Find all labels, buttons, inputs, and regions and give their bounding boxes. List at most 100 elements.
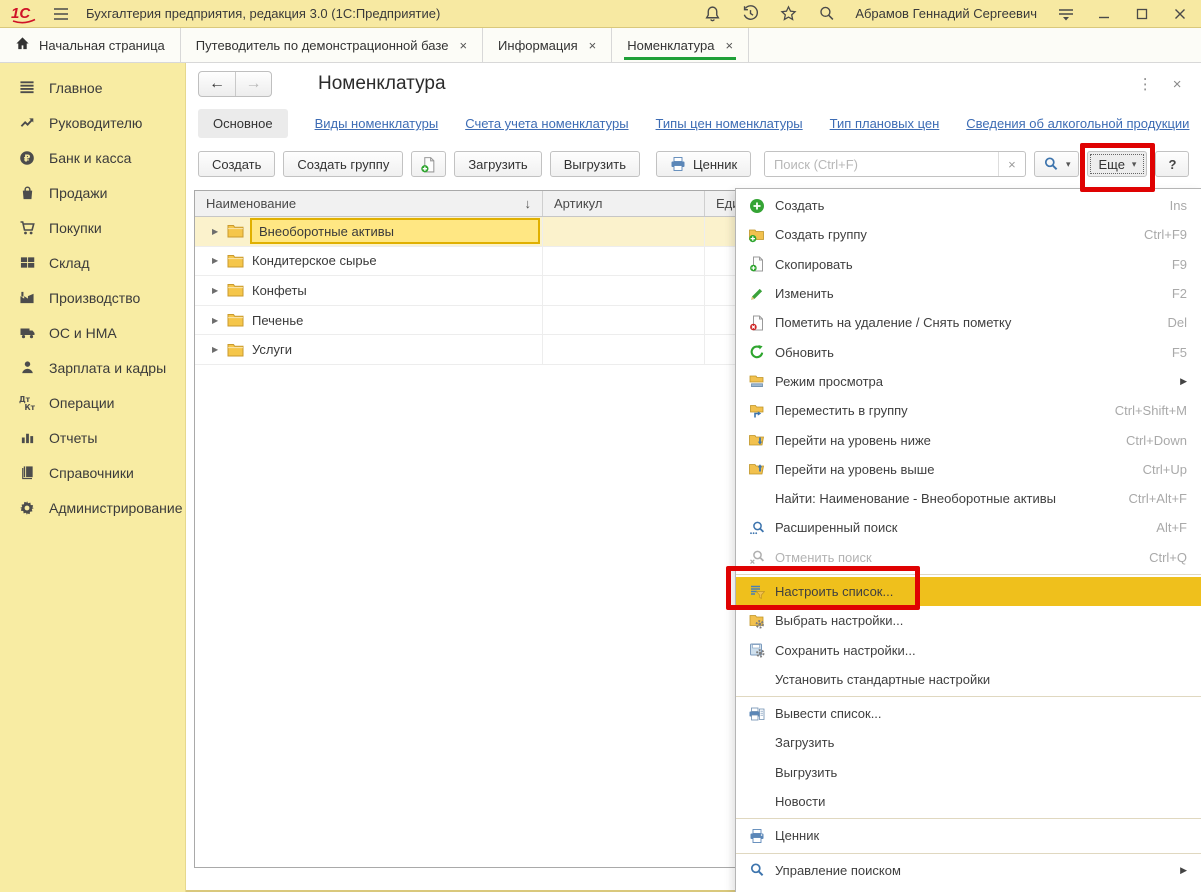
maximize-window-icon[interactable] bbox=[1131, 3, 1153, 25]
nav-tab-item-kinds[interactable]: Виды номенклатуры bbox=[315, 116, 439, 131]
menu-item-shortcut: Ctrl+Shift+M bbox=[1115, 403, 1187, 418]
forward-button[interactable]: → bbox=[235, 72, 271, 96]
close-tab-icon[interactable]: × bbox=[459, 38, 467, 53]
column-header-name[interactable]: Наименование ↓ bbox=[195, 191, 543, 216]
back-icon: ← bbox=[209, 75, 225, 93]
create-button[interactable]: Создать bbox=[198, 151, 275, 177]
sidebar-item-warehouse[interactable]: Склад bbox=[0, 245, 185, 280]
back-button[interactable]: ← bbox=[199, 72, 235, 96]
folder-icon bbox=[227, 283, 244, 297]
sidebar-item-fixed-assets[interactable]: ОС и НМА bbox=[0, 315, 185, 350]
clear-search-icon[interactable]: × bbox=[998, 152, 1025, 176]
more-button[interactable]: Еще ▾ bbox=[1087, 151, 1147, 177]
sidebar-item-production[interactable]: Производство bbox=[0, 280, 185, 315]
menu-item-cancel-search[interactable]: Отменить поискCtrl+Q bbox=[736, 543, 1201, 572]
menu-item-configure-list[interactable]: Настроить список... bbox=[736, 577, 1201, 606]
global-search-icon[interactable] bbox=[815, 3, 837, 25]
unload-button[interactable]: Выгрузить bbox=[550, 151, 640, 177]
nav-tab-alcohol-info[interactable]: Сведения об алкогольной продукции bbox=[966, 116, 1189, 131]
sidebar-item-reports[interactable]: Отчеты bbox=[0, 420, 185, 455]
menu-item-unload[interactable]: Выгрузить bbox=[736, 758, 1201, 787]
help-button-label: ? bbox=[1168, 157, 1176, 172]
menu-item-set-standard-settings[interactable]: Установить стандартные настройки bbox=[736, 665, 1201, 694]
create-group-button[interactable]: Создать группу bbox=[283, 151, 403, 177]
sidebar-item-operations[interactable]: ДтКтОперации bbox=[0, 385, 185, 420]
expand-row-icon[interactable]: ▶ bbox=[212, 345, 222, 354]
close-form-icon[interactable]: × bbox=[1173, 76, 1182, 93]
price-tag-button[interactable]: Ценник bbox=[656, 151, 751, 177]
history-icon[interactable] bbox=[739, 3, 761, 25]
sidebar-item-directories[interactable]: Справочники bbox=[0, 455, 185, 490]
menu-item-create[interactable]: СоздатьIns bbox=[736, 191, 1201, 220]
form-nav-tabs: Основное Виды номенклатуры Счета учета ном… bbox=[186, 105, 1201, 142]
nav-tab-item-accounts[interactable]: Счета учета номенклатуры bbox=[465, 116, 628, 131]
menu-item-find[interactable]: Найти: Наименование - Внеоборотные актив… bbox=[736, 484, 1201, 513]
app-tab-demo-guide[interactable]: Путеводитель по демонстрационной базе× bbox=[181, 28, 483, 62]
menu-item-create-group[interactable]: Создать группуCtrl+F9 bbox=[736, 220, 1201, 249]
sidebar-item-main[interactable]: Главное bbox=[0, 70, 185, 105]
close-tab-icon[interactable]: × bbox=[589, 38, 597, 53]
sidebar-item-bank-cash[interactable]: ₽Банк и касса bbox=[0, 140, 185, 175]
nav-tab-item-price-types[interactable]: Типы цен номенклатуры bbox=[656, 116, 803, 131]
menu-item-advanced-search[interactable]: Расширенный поискAlt+F bbox=[736, 513, 1201, 542]
menu-item-load[interactable]: Загрузить bbox=[736, 728, 1201, 757]
form-controls: ⋮ × bbox=[1138, 75, 1192, 93]
form-options-icon[interactable]: ⋮ bbox=[1138, 75, 1153, 93]
menu-item-output-list[interactable]: Вывести список... bbox=[736, 699, 1201, 728]
level-up-icon bbox=[748, 461, 765, 478]
menu-item-go-level-up[interactable]: Перейти на уровень выше Ctrl+Up bbox=[736, 455, 1201, 484]
current-user[interactable]: Абрамов Геннадий Сергеевич bbox=[855, 6, 1037, 21]
svg-text:Кт: Кт bbox=[25, 403, 36, 411]
expand-row-icon[interactable]: ▶ bbox=[212, 316, 222, 325]
sidebar-item-purchases[interactable]: Покупки bbox=[0, 210, 185, 245]
help-button[interactable]: ? bbox=[1155, 151, 1189, 177]
minimize-window-icon[interactable] bbox=[1093, 3, 1115, 25]
notifications-icon[interactable] bbox=[701, 3, 723, 25]
sidebar-item-sales[interactable]: Продажи bbox=[0, 175, 185, 210]
menu-item-go-level-down[interactable]: Перейти на уровень нижеCtrl+Down bbox=[736, 425, 1201, 454]
expand-row-icon[interactable]: ▶ bbox=[212, 227, 222, 236]
close-tab-icon[interactable]: × bbox=[725, 38, 733, 53]
search-input[interactable] bbox=[765, 152, 998, 176]
row-name-label: Конфеты bbox=[252, 283, 307, 298]
menu-item-save-settings[interactable]: Сохранить настройки... bbox=[736, 635, 1201, 664]
no-icon bbox=[748, 490, 765, 507]
menu-item-price-tag[interactable]: Ценник bbox=[736, 821, 1201, 850]
menu-item-mark-deletion[interactable]: Пометить на удаление / Снять пометкуDel bbox=[736, 308, 1201, 337]
menu-item-edit[interactable]: ИзменитьF2 bbox=[736, 279, 1201, 308]
menu-item-choose-settings[interactable]: Выбрать настройки... bbox=[736, 606, 1201, 635]
copy-button[interactable] bbox=[411, 151, 446, 177]
menu-item-label: Выбрать настройки... bbox=[775, 613, 1187, 628]
load-button[interactable]: Загрузить bbox=[454, 151, 541, 177]
menu-item-copy[interactable]: СкопироватьF9 bbox=[736, 250, 1201, 279]
sidebar-item-manager[interactable]: Руководителю bbox=[0, 105, 185, 140]
service-menu-icon[interactable] bbox=[1055, 3, 1077, 25]
app-tab-nomenclature[interactable]: Номенклатура× bbox=[612, 28, 749, 62]
expand-row-icon[interactable]: ▶ bbox=[212, 286, 222, 295]
history-nav-group: ← → bbox=[198, 71, 272, 97]
menu-item-news[interactable]: Новости bbox=[736, 787, 1201, 816]
search-button[interactable]: ▾ bbox=[1034, 151, 1080, 177]
sidebar-item-administration[interactable]: Администрирование bbox=[0, 490, 185, 525]
menu-item-refresh[interactable]: ОбновитьF5 bbox=[736, 337, 1201, 366]
more-caret-icon: ▾ bbox=[1132, 159, 1137, 170]
menu-item-shortcut: Ctrl+Up bbox=[1143, 462, 1187, 477]
menu-item-move-to-group[interactable]: Переместить в группуCtrl+Shift+M bbox=[736, 396, 1201, 425]
nav-tab-main[interactable]: Основное bbox=[198, 109, 288, 138]
column-header-article[interactable]: Артикул bbox=[543, 191, 705, 216]
menu-item-search-management[interactable]: Управление поиском▶ bbox=[736, 856, 1201, 885]
main-menu-icon[interactable] bbox=[50, 3, 72, 25]
expand-row-icon[interactable]: ▶ bbox=[212, 256, 222, 265]
menu-item-label: Перейти на уровень выше bbox=[775, 462, 1131, 477]
search-blue-icon bbox=[748, 862, 765, 879]
sidebar-item-label: Производство bbox=[49, 290, 140, 306]
favorites-icon[interactable] bbox=[777, 3, 799, 25]
menu-item-label: Сохранить настройки... bbox=[775, 643, 1187, 658]
nav-tab-planned-price-type[interactable]: Тип плановых цен bbox=[830, 116, 940, 131]
menu-item-view-mode[interactable]: Режим просмотра▶ bbox=[736, 367, 1201, 396]
app-tab-home[interactable]: Начальная страница bbox=[0, 28, 181, 62]
app-tab-label: Начальная страница bbox=[39, 38, 165, 53]
app-tab-information[interactable]: Информация× bbox=[483, 28, 612, 62]
sidebar-item-salary-hr[interactable]: Зарплата и кадры bbox=[0, 350, 185, 385]
close-window-icon[interactable] bbox=[1169, 3, 1191, 25]
